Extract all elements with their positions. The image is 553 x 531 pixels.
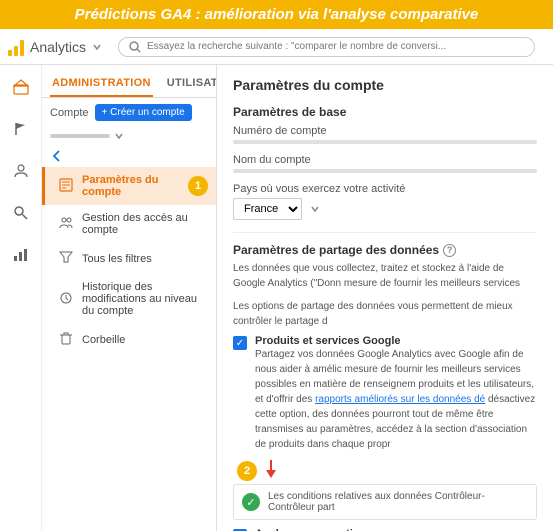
- sidebar-user-icon[interactable]: [7, 157, 35, 185]
- checkbox-produits-google: ✓ Produits et services Google Partagez v…: [233, 335, 537, 452]
- sidebar-flag-icon[interactable]: [7, 115, 35, 143]
- red-arrow-icon: [263, 460, 279, 480]
- nav-label-filtres: Tous les filtres: [82, 253, 152, 265]
- condition-row: ✓ Les conditions relatives aux données C…: [233, 484, 537, 520]
- chevron-down-icon: [114, 131, 124, 141]
- tabs-row: ADMINISTRATION UTILISATEUR: [42, 71, 216, 98]
- tab-utilisateur[interactable]: UTILISATEUR: [165, 71, 217, 97]
- checkbox-produits-desc-link[interactable]: rapports améliorés sur les données dé: [315, 394, 485, 405]
- nav-item-gestion-acces[interactable]: Gestion des accès au compte: [42, 205, 216, 243]
- main-layout: ADMINISTRATION UTILISATEUR Compte + Crée…: [0, 65, 553, 531]
- historique-icon: [58, 291, 74, 308]
- chevron-down-icon: [310, 204, 320, 214]
- checkbox-produits-desc: Partagez vos données Google Analytics av…: [255, 347, 537, 452]
- badge-2: 2: [237, 461, 257, 481]
- account-name-label: Nom du compte: [233, 154, 537, 166]
- admin-layout: ADMINISTRATION UTILISATEUR Compte + Crée…: [42, 65, 553, 531]
- account-name-input[interactable]: [233, 169, 537, 173]
- nav-item-corbeille[interactable]: Corbeille: [42, 324, 216, 355]
- base-params-title: Paramètres de base: [233, 105, 537, 119]
- country-label: Pays où vous exercez votre activité: [233, 183, 537, 195]
- search-icon: [129, 41, 141, 53]
- account-number-input[interactable]: [233, 140, 537, 144]
- nav-label-gestion-acces: Gestion des accès au compte: [82, 212, 208, 236]
- analytics-logo-icon: [8, 38, 24, 56]
- search-bar[interactable]: Essayez la recherche suivante : "compare…: [118, 37, 535, 57]
- nav-item-filtres[interactable]: Tous les filtres: [42, 243, 216, 274]
- account-dropdown[interactable]: [42, 127, 216, 145]
- logo-bar-1: [8, 50, 12, 56]
- page-title: Paramètres du compte: [233, 77, 537, 93]
- country-select-row: France: [233, 198, 537, 220]
- logo-bar-2: [14, 46, 18, 56]
- data-sharing-desc1: Les données que vous collectez, traitez …: [233, 261, 537, 293]
- nav-label-parametres-compte: Paramètres du compte: [82, 174, 180, 198]
- section-divider: [233, 232, 537, 233]
- arrow-down: [263, 460, 279, 480]
- search-placeholder-text: Essayez la recherche suivante : "compare…: [147, 41, 446, 52]
- app-name: Analytics: [30, 39, 86, 55]
- filtres-icon: [58, 250, 74, 267]
- admin-nav: ADMINISTRATION UTILISATEUR Compte + Crée…: [42, 65, 217, 531]
- sidebar-search-icon[interactable]: [7, 199, 35, 227]
- header: Analytics Essayez la recherche suivante …: [0, 29, 553, 65]
- app-logo: Analytics: [8, 38, 108, 56]
- nav-label-corbeille: Corbeille: [82, 334, 125, 346]
- sidebar-barchart-icon[interactable]: [7, 241, 35, 269]
- back-button[interactable]: [42, 145, 216, 167]
- green-check-icon: ✓: [242, 493, 260, 511]
- nav-item-historique[interactable]: Historique des modifications au niveau d…: [42, 274, 216, 324]
- top-banner: Prédictions GA4 : amélioration via l'ana…: [0, 0, 553, 29]
- data-sharing-desc2: Les options de partage des données vous …: [233, 299, 537, 329]
- compte-header: Compte + Créer un compte: [42, 98, 216, 127]
- checkbox-produits-label: Produits et services Google: [255, 335, 537, 347]
- help-icon[interactable]: ?: [443, 244, 456, 257]
- account-bar: [50, 134, 110, 138]
- check-mark: ✓: [246, 496, 255, 509]
- country-select[interactable]: France: [233, 198, 302, 220]
- condition-text: Les conditions relatives aux données Con…: [268, 491, 528, 513]
- corbeille-icon: [58, 331, 74, 348]
- data-sharing-title-text: Paramètres de partage des données: [233, 243, 439, 257]
- main-content: Paramètres du compte Paramètres de base …: [217, 65, 553, 531]
- checkbox-produits-google-box[interactable]: ✓: [233, 336, 247, 350]
- create-account-button[interactable]: + Créer un compte: [95, 104, 192, 121]
- badge2-row: 2: [237, 460, 537, 482]
- gestion-acces-icon: [58, 216, 74, 233]
- nav-label-historique: Historique des modifications au niveau d…: [82, 281, 208, 317]
- tab-administration[interactable]: ADMINISTRATION: [50, 71, 153, 97]
- nav-item-parametres-compte[interactable]: Paramètres du compte 1: [42, 167, 216, 205]
- sidebar-home-icon[interactable]: [7, 73, 35, 101]
- chevron-down-icon: [92, 42, 102, 52]
- desc1-text: Les données que vous collectez, traitez …: [233, 263, 520, 293]
- data-sharing-title: Paramètres de partage des données ?: [233, 243, 537, 257]
- parametres-compte-icon: [58, 178, 74, 195]
- checkbox-produits-content: Produits et services Google Partagez vos…: [255, 335, 537, 452]
- logo-bar-3: [20, 40, 24, 56]
- left-sidebar: [0, 65, 42, 531]
- nav-badge-1: 1: [188, 176, 208, 196]
- back-arrow-icon: [50, 149, 64, 163]
- checkbox-check-icon: ✓: [236, 338, 244, 349]
- compte-label: Compte: [50, 107, 89, 119]
- account-number-label: Numéro de compte: [233, 125, 537, 137]
